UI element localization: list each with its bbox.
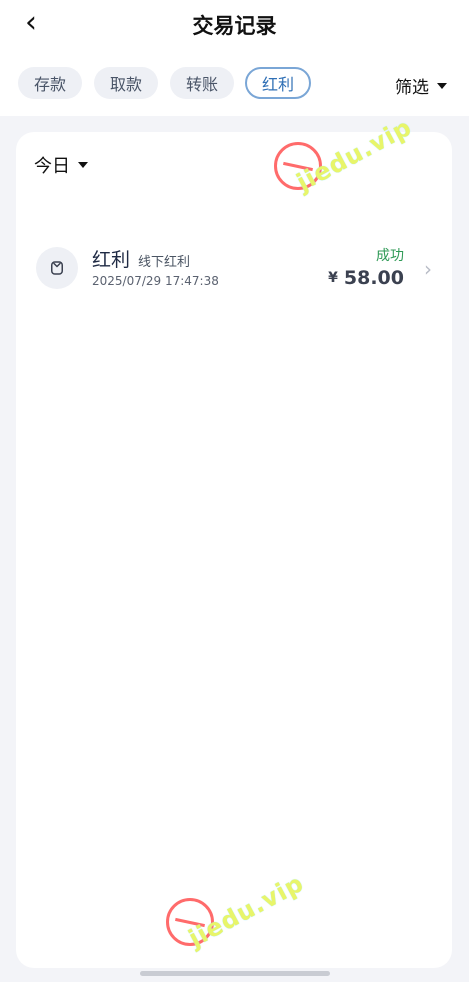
currency-symbol: ¥ <box>328 270 338 286</box>
chevron-right-icon: › <box>424 257 432 281</box>
transaction-type: 红利 <box>92 249 131 271</box>
transactions-card: 今日 红利 线下红利 2025/07/29 17:47:38 成功 ¥ 58.0… <box>16 113 452 968</box>
tab-withdraw[interactable]: 取款 <box>94 67 158 99</box>
page-title: 交易记录 <box>192 14 277 38</box>
header: ‹ 交易记录 <box>0 0 469 50</box>
filter-label: 筛选 <box>395 78 429 98</box>
caret-down-icon <box>78 162 88 168</box>
tab-bonus[interactable]: 红利 <box>245 67 311 99</box>
tab-deposit[interactable]: 存款 <box>18 67 82 99</box>
watermark: jiedu.vip <box>166 869 316 978</box>
amount-value: 58.00 <box>343 267 404 289</box>
status-badge: 成功 <box>376 248 404 264</box>
caret-down-icon <box>437 82 447 89</box>
transaction-title: 红利 线下红利 <box>92 245 190 272</box>
transaction-subtype: 线下红利 <box>138 255 191 270</box>
home-indicator <box>140 971 330 976</box>
tab-bar: 存款 取款 转账 红利 筛选 <box>0 50 469 116</box>
transaction-row[interactable]: 红利 线下红利 2025/07/29 17:47:38 成功 ¥ 58.00 › <box>16 237 452 297</box>
tab-transfer[interactable]: 转账 <box>170 67 234 99</box>
transaction-amount: ¥ 58.00 <box>328 267 404 289</box>
watermark: jiedu.vip <box>274 113 424 222</box>
transaction-datetime: 2025/07/29 17:47:38 <box>92 274 219 288</box>
date-range-selector[interactable]: 今日 <box>34 152 88 178</box>
date-range-label: 今日 <box>34 156 70 177</box>
filter-button[interactable]: 筛选 <box>395 73 447 98</box>
wallet-icon <box>36 247 78 289</box>
